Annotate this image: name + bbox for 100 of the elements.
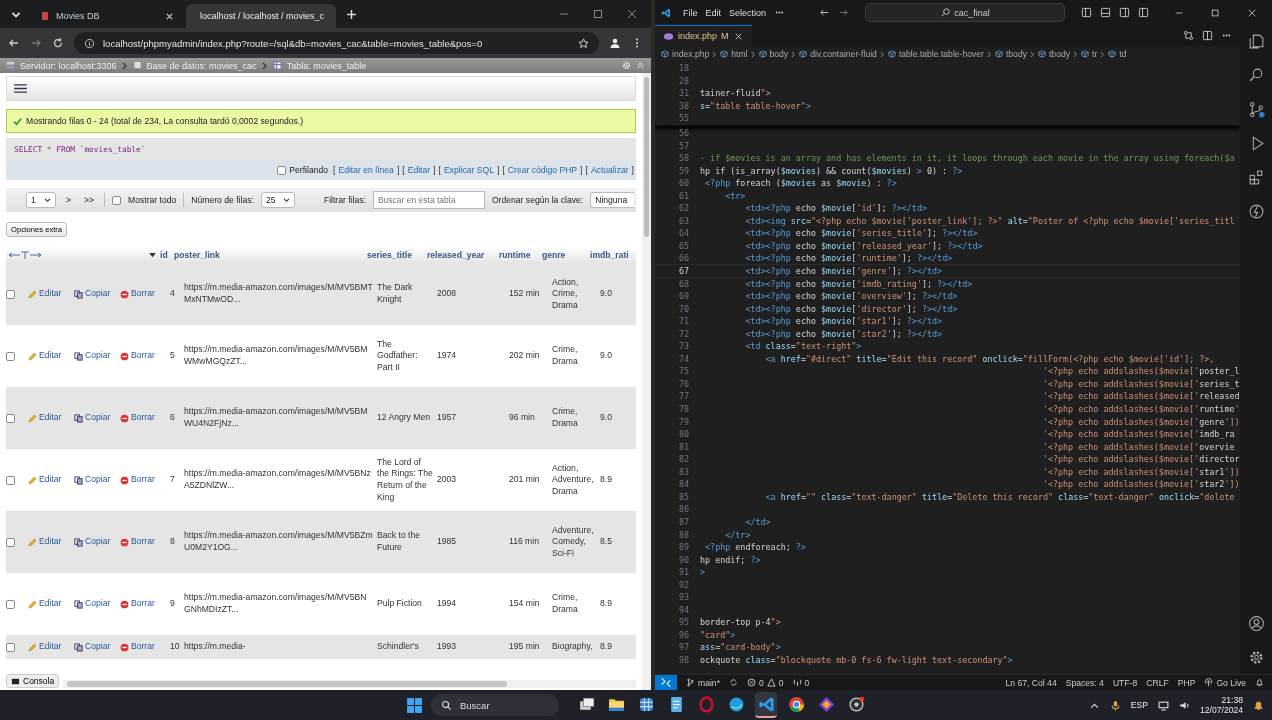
layout-icon[interactable] xyxy=(1138,7,1150,18)
close-icon[interactable] xyxy=(1247,7,1256,18)
problems-status[interactable]: 0 0 xyxy=(747,677,784,688)
breadcrumb-item[interactable]: table.table.table-hover xyxy=(898,49,984,59)
breadcrumb-item[interactable]: tr xyxy=(1092,49,1098,59)
reload-icon[interactable] xyxy=(52,37,64,49)
browser-tab[interactable]: Movies DB xyxy=(32,4,182,28)
copy-link[interactable]: Copiar xyxy=(74,474,120,486)
delete-link[interactable]: Borrar xyxy=(120,598,170,610)
column-header[interactable]: released_year xyxy=(427,250,499,260)
forward-icon[interactable] xyxy=(30,37,42,49)
sort-caret-icon[interactable] xyxy=(149,252,156,258)
windows-logo-icon[interactable] xyxy=(406,696,423,714)
delete-link[interactable]: Borrar xyxy=(120,474,170,486)
column-header[interactable]: imdb_rati xyxy=(590,250,636,260)
copy-link[interactable]: Copiar xyxy=(74,350,120,362)
star-icon[interactable] xyxy=(578,37,589,49)
copy-link[interactable]: Copiar xyxy=(74,288,120,300)
branch-status[interactable]: main* xyxy=(686,677,720,688)
extensions-icon[interactable] xyxy=(1247,169,1265,186)
editor-tab[interactable]: index.php M xyxy=(655,25,752,46)
bell-icon[interactable] xyxy=(1253,699,1264,711)
edit-link[interactable]: Editar xyxy=(28,288,74,300)
layout-icon[interactable] xyxy=(1100,7,1112,18)
console-button[interactable]: Consola xyxy=(6,674,60,688)
breadcrumb-item[interactable]: index.php xyxy=(672,49,710,59)
delete-link[interactable]: Borrar xyxy=(120,641,170,653)
files-icon[interactable] xyxy=(1247,33,1265,50)
settings-icon[interactable] xyxy=(1247,649,1265,666)
search-icon[interactable] xyxy=(1247,67,1265,84)
page-select[interactable]: 1 xyxy=(26,192,56,208)
edit-link[interactable]: Editar xyxy=(28,412,74,424)
lightning-icon[interactable] xyxy=(1247,203,1265,220)
column-header[interactable]: genre xyxy=(542,250,590,260)
scrollbar[interactable] xyxy=(63,680,636,688)
breadcrumb-item[interactable]: body xyxy=(769,49,789,59)
edit-link[interactable]: Editar xyxy=(28,641,74,653)
go-live-button[interactable]: Go Live xyxy=(1204,677,1246,688)
line-ending-status[interactable]: CRLF xyxy=(1146,677,1169,688)
delete-link[interactable]: Borrar xyxy=(120,350,170,362)
copy-link[interactable]: Copiar xyxy=(74,598,120,610)
language-indicator[interactable]: ESP xyxy=(1130,700,1148,710)
next-page-button[interactable]: > xyxy=(63,195,75,205)
back-icon[interactable] xyxy=(8,37,20,49)
menu-item[interactable]: File xyxy=(682,7,698,18)
row-checkbox[interactable] xyxy=(6,289,15,299)
collapse-icon[interactable] xyxy=(636,61,645,70)
query-link[interactable]: Editar en línea xyxy=(338,165,394,175)
bell-icon[interactable] xyxy=(1255,678,1264,687)
account-icon[interactable] xyxy=(1247,615,1265,632)
copy-link[interactable]: Copiar xyxy=(74,412,120,424)
query-link[interactable]: Editar xyxy=(407,165,431,175)
source-control-icon[interactable] xyxy=(1247,101,1265,118)
maximize-icon[interactable] xyxy=(1211,7,1220,18)
row-checkbox[interactable] xyxy=(6,537,15,547)
ports-status[interactable]: 0 xyxy=(792,677,810,688)
breadcrumb-item[interactable]: tbody xyxy=(1005,49,1027,59)
query-link[interactable]: Explicar SQL xyxy=(443,165,495,175)
row-checkbox[interactable] xyxy=(6,642,15,652)
breadcrumb-item[interactable]: tbody xyxy=(1048,49,1070,59)
row-checkbox[interactable] xyxy=(6,413,15,423)
microphone-icon[interactable] xyxy=(1109,699,1121,711)
menu-item[interactable]: Selection xyxy=(728,7,766,18)
site-info-icon[interactable] xyxy=(84,37,95,49)
language-status[interactable]: PHP xyxy=(1177,677,1196,688)
query-link[interactable]: Crear código PHP xyxy=(507,165,578,175)
column-header[interactable]: runtime xyxy=(499,250,542,260)
edit-link[interactable]: Editar xyxy=(28,474,74,486)
column-header[interactable]: poster_link xyxy=(174,250,367,260)
copy-link[interactable]: Copiar xyxy=(74,641,120,653)
breadcrumb-item[interactable]: html xyxy=(731,49,748,59)
maximize-icon[interactable] xyxy=(593,9,603,19)
query-link[interactable]: Actualizar xyxy=(590,165,629,175)
menu-icon[interactable] xyxy=(13,83,28,94)
row-checkbox[interactable] xyxy=(6,599,15,609)
address-bar[interactable]: localhost/phpmyadmin/index.php?route=/sql&db=movies_cac&table=movies_table&pos=0 xyxy=(74,32,599,54)
delete-link[interactable]: Borrar xyxy=(120,536,170,548)
search-field[interactable]: Buscar xyxy=(431,694,559,716)
sort-select[interactable]: Ninguna xyxy=(590,192,635,208)
new-tab-icon[interactable] xyxy=(346,8,357,20)
speaker-icon[interactable] xyxy=(1179,699,1190,711)
close-icon[interactable] xyxy=(165,11,174,21)
last-page-button[interactable]: >> xyxy=(81,195,98,205)
indentation-status[interactable]: Spaces: 4 xyxy=(1065,677,1104,688)
forward-arrow-icon[interactable] xyxy=(837,7,849,18)
edit-link[interactable]: Editar xyxy=(28,350,74,362)
show-all-checkbox[interactable] xyxy=(112,195,122,205)
monitor-icon[interactable] xyxy=(1158,699,1169,711)
cursor-position[interactable]: Ln 67, Col 44 xyxy=(1005,677,1057,688)
rows-select[interactable]: 25 xyxy=(260,192,295,208)
layout-icon[interactable] xyxy=(1119,7,1131,18)
back-arrow-icon[interactable] xyxy=(818,7,830,18)
breadcrumb-item[interactable]: div.container-fluid xyxy=(810,49,877,59)
column-header[interactable]: id xyxy=(160,250,174,260)
filter-field[interactable]: Buscar en esta tabla xyxy=(372,191,485,209)
delete-link[interactable]: Borrar xyxy=(120,412,170,424)
close-icon[interactable] xyxy=(627,9,637,19)
encoding-status[interactable]: UTF-8 xyxy=(1112,677,1138,688)
taskbar-app[interactable] xyxy=(755,692,777,718)
row-checkbox[interactable] xyxy=(6,351,15,361)
